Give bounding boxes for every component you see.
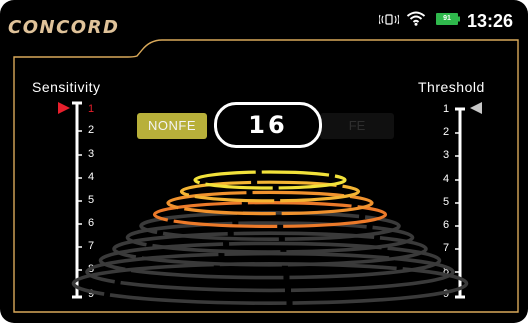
threshold-title: Threshold: [418, 79, 485, 95]
sensitivity-level-3[interactable]: 3: [86, 148, 96, 160]
threshold-level-1[interactable]: 1: [441, 103, 451, 115]
clock: 13:26: [467, 11, 514, 31]
sensitivity-title: Sensitivity: [32, 79, 101, 95]
brand-logo: CONCORD: [8, 17, 120, 38]
threshold-level-7[interactable]: 7: [441, 242, 451, 254]
threshold-level-6[interactable]: 6: [441, 219, 451, 231]
sensitivity-level-9[interactable]: 9: [86, 288, 96, 300]
threshold-level-3[interactable]: 3: [441, 149, 451, 161]
threshold-level-2[interactable]: 2: [441, 126, 451, 138]
sensitivity-level-7[interactable]: 7: [86, 240, 96, 252]
threshold-marker-icon[interactable]: [469, 101, 483, 115]
nonfe-button[interactable]: NONFE: [137, 113, 207, 139]
fe-button[interactable]: FE: [320, 113, 394, 139]
threshold-level-5[interactable]: 5: [441, 196, 451, 208]
threshold-level-9[interactable]: 9: [441, 288, 451, 300]
sensitivity-level-2[interactable]: 2: [86, 124, 96, 136]
target-id-display: 16: [214, 102, 322, 148]
sensitivity-level-4[interactable]: 4: [86, 171, 96, 183]
vibrate-icon: [379, 14, 399, 25]
detector-screen: CONCORD 91 13:26 Sensitivity 123456789 T…: [0, 0, 528, 323]
threshold-level-4[interactable]: 4: [441, 173, 451, 185]
sensitivity-level-1[interactable]: 1: [86, 103, 96, 115]
sensitivity-level-8[interactable]: 8: [86, 263, 96, 275]
battery-level: 91: [443, 15, 451, 22]
sensitivity-marker-icon[interactable]: [57, 101, 71, 115]
wifi-icon: [406, 11, 426, 26]
sensitivity-level-5[interactable]: 5: [86, 194, 96, 206]
threshold-level-8[interactable]: 8: [441, 265, 451, 277]
sensitivity-level-6[interactable]: 6: [86, 217, 96, 229]
